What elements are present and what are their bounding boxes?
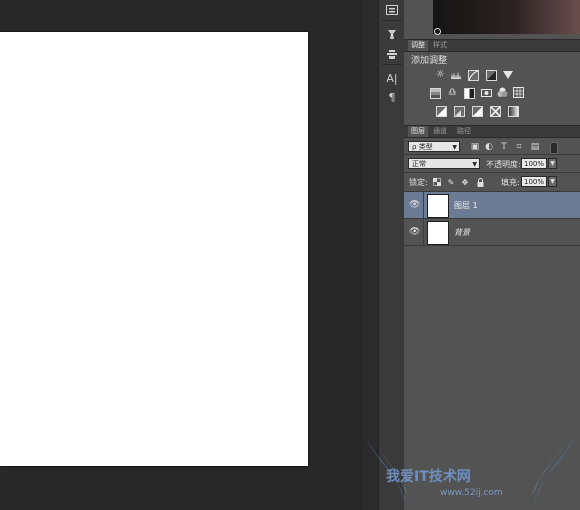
lock-all-icon[interactable] bbox=[475, 177, 485, 187]
brightness-contrast-icon[interactable]: ☼ bbox=[435, 69, 446, 80]
fill-label: 填充: bbox=[501, 178, 520, 187]
layer-filter-select[interactable]: ρ 类型 ▼ bbox=[408, 141, 460, 152]
photo-filter-icon[interactable] bbox=[481, 87, 492, 98]
exposure-icon[interactable] bbox=[486, 70, 497, 81]
adjustment-row-2: ♎ bbox=[429, 87, 524, 100]
threshold-icon[interactable] bbox=[472, 106, 483, 117]
lock-position-icon[interactable]: ✥ bbox=[460, 177, 470, 187]
channel-mixer-icon[interactable] bbox=[497, 87, 508, 98]
filter-type-icon[interactable]: T bbox=[499, 142, 509, 152]
color-lookup-icon[interactable] bbox=[513, 87, 524, 98]
opacity-dropdown-button[interactable]: ▼ bbox=[548, 158, 557, 169]
adjustments-tab-bar: 调整 样式 bbox=[404, 39, 580, 52]
layer-thumbnail bbox=[427, 194, 449, 218]
character-icon[interactable]: A| bbox=[383, 70, 401, 86]
paragraph-icon[interactable]: ¶ bbox=[383, 89, 401, 105]
blend-mode-value: 正常 bbox=[412, 160, 426, 168]
opacity-label: 不透明度: bbox=[486, 160, 521, 169]
adjustment-row-1: ☼ bbox=[435, 69, 513, 82]
selective-color-icon[interactable] bbox=[490, 106, 501, 117]
tab-paths[interactable]: 路径 bbox=[454, 126, 474, 137]
filter-shape-icon[interactable]: ⌗ bbox=[514, 142, 524, 152]
tab-layers[interactable]: 图层 bbox=[408, 126, 428, 137]
vibrance-icon[interactable] bbox=[503, 71, 513, 79]
layers-tab-bar: 图层 通道 路径 bbox=[404, 125, 580, 138]
filter-pixel-icon[interactable]: ▣ bbox=[470, 142, 480, 152]
adjustment-row-3 bbox=[435, 105, 520, 118]
color-balance-icon[interactable]: ♎ bbox=[447, 87, 458, 98]
filter-search-icon: ρ bbox=[412, 143, 417, 151]
layer-visibility-divider bbox=[423, 219, 424, 245]
filter-smart-object-icon[interactable]: ▤ bbox=[530, 142, 540, 152]
clone-source-icon[interactable] bbox=[383, 46, 401, 62]
toolstrip-divider bbox=[382, 20, 402, 21]
lock-label: 锁定: bbox=[409, 178, 428, 187]
gradient-map-icon[interactable] bbox=[508, 106, 519, 117]
levels-icon[interactable] bbox=[451, 69, 462, 80]
filter-adjustment-icon[interactable]: ◐ bbox=[484, 142, 494, 152]
layer-visibility-divider bbox=[423, 192, 424, 218]
lock-image-pixels-icon[interactable]: ✎ bbox=[446, 177, 456, 187]
layer-filter-value: 类型 bbox=[418, 143, 433, 151]
layer-row-layer-1[interactable]: 👁 图层 1 bbox=[404, 192, 580, 218]
layers-divider bbox=[404, 154, 580, 155]
curves-icon[interactable] bbox=[468, 70, 479, 81]
watermark-url: www.52ij.com bbox=[440, 488, 503, 498]
color-picker-handle[interactable] bbox=[434, 28, 441, 35]
hue-saturation-icon[interactable] bbox=[430, 88, 441, 99]
info-panel-icon[interactable] bbox=[383, 2, 401, 18]
layer-row-divider bbox=[404, 245, 580, 246]
opacity-input[interactable]: 100% bbox=[521, 158, 547, 169]
black-white-icon[interactable] bbox=[464, 88, 475, 99]
layer-thumbnail bbox=[427, 221, 449, 245]
color-picker-field[interactable] bbox=[433, 0, 580, 35]
chevron-down-icon: ▼ bbox=[452, 144, 457, 151]
eye-icon[interactable]: 👁 bbox=[409, 227, 420, 237]
filter-toggle-switch[interactable] bbox=[550, 142, 558, 154]
layers-divider bbox=[404, 172, 580, 173]
fill-input[interactable]: 100% bbox=[521, 176, 547, 187]
tab-adjustments[interactable]: 调整 bbox=[408, 40, 428, 51]
tab-styles[interactable]: 样式 bbox=[430, 40, 450, 51]
add-adjustment-title: 添加调整 bbox=[411, 56, 448, 66]
eye-icon[interactable]: 👁 bbox=[409, 200, 420, 210]
layer-name[interactable]: 背景 bbox=[454, 227, 470, 238]
layer-name[interactable]: 图层 1 bbox=[454, 200, 478, 211]
fill-dropdown-button[interactable]: ▼ bbox=[548, 176, 557, 187]
chevron-down-icon: ▼ bbox=[472, 161, 477, 168]
layer-row-background[interactable]: 👁 背景 bbox=[404, 219, 580, 245]
document-canvas[interactable] bbox=[0, 32, 308, 466]
blend-mode-select[interactable]: 正常 ▼ bbox=[408, 158, 480, 169]
invert-icon[interactable] bbox=[436, 106, 447, 117]
brush-settings-icon[interactable] bbox=[383, 26, 401, 42]
posterize-icon[interactable] bbox=[454, 106, 465, 117]
toolstrip-divider bbox=[382, 64, 402, 65]
lock-transparent-pixels-icon[interactable] bbox=[432, 177, 442, 187]
tab-channels[interactable]: 通道 bbox=[430, 126, 450, 137]
watermark-text: 我爱IT技术网 bbox=[386, 469, 471, 485]
